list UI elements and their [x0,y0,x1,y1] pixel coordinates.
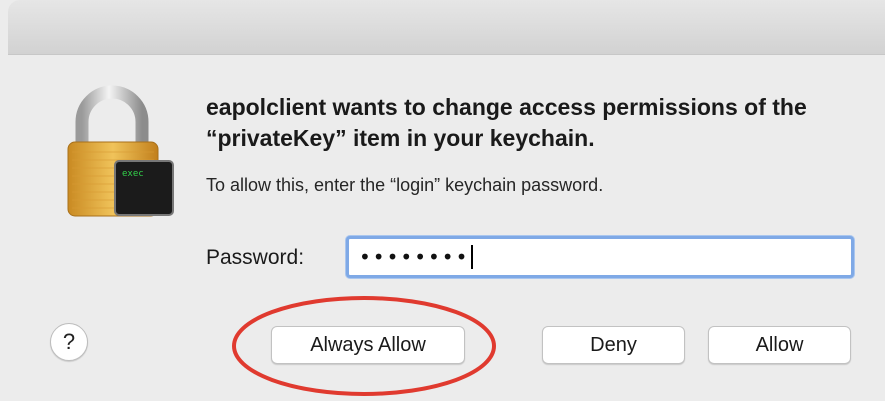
keychain-access-dialog: exec eapolclient wants to change access … [0,0,885,401]
password-label: Password: [206,246,305,269]
text-caret [471,245,474,269]
terminal-icon-label: exec [122,169,144,179]
terminal-exec-icon: exec [114,160,174,216]
password-field[interactable]: •••••••• [346,236,854,278]
allow-button[interactable]: Allow [708,326,851,364]
deny-button[interactable]: Deny [542,326,685,364]
help-button[interactable]: ? [50,323,88,361]
dialog-subtitle: To allow this, enter the “login” keychai… [206,175,604,195]
always-allow-button[interactable]: Always Allow [271,326,465,364]
password-value: •••••••• [359,245,470,269]
window-titlebar [8,0,885,55]
dialog-title: eapolclient wants to change access permi… [206,94,807,151]
